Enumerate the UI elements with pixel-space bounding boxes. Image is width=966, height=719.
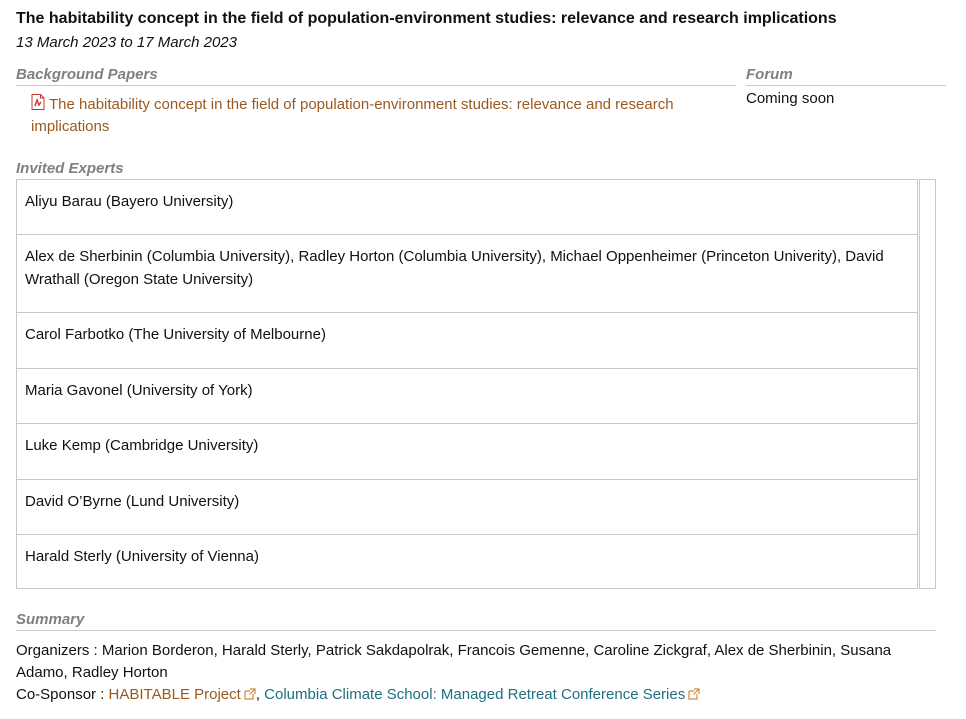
organizers-line: Organizers : Marion Borderon, Harald Ste… [16, 640, 936, 684]
summary-body: Organizers : Marion Borderon, Harald Ste… [16, 640, 936, 706]
expert-row: Aliyu Barau (Bayero University) [17, 180, 918, 235]
background-papers-heading: Background Papers [16, 66, 736, 86]
event-dates: 13 March 2023 to 17 March 2023 [16, 34, 237, 51]
expert-row: Harald Sterly (University of Vienna) [25, 548, 259, 565]
expert-row: Maria Gavonel (University of York) [17, 369, 918, 424]
cosponsor-line: Co-Sponsor : HABITABLE Project, Columbia… [16, 684, 936, 706]
summary-heading: Summary [16, 611, 936, 631]
cosponsor-label: Co-Sponsor : [16, 686, 105, 703]
cosponsor-separator: , [255, 686, 260, 703]
background-paper-item: The habitability concept in the field of… [31, 94, 731, 138]
expert-row: David O’Byrne (Lund University) [17, 480, 918, 535]
organizers-label: Organizers : [16, 642, 98, 659]
expert-row: Luke Kemp (Cambridge University) [17, 424, 918, 480]
external-link-icon [244, 685, 256, 700]
invited-experts-heading: Invited Experts [16, 160, 124, 177]
organizers-list: Marion Borderon, Harald Sterly, Patrick … [16, 642, 892, 681]
forum-status: Coming soon [746, 90, 835, 107]
expert-row: Carol Farbotko (The University of Melbou… [17, 313, 918, 369]
background-paper-link[interactable]: The habitability concept in the field of… [31, 96, 674, 135]
managed-retreat-link[interactable]: Columbia Climate School: Managed Retreat… [264, 686, 685, 703]
habitable-project-link[interactable]: HABITABLE Project [109, 686, 241, 703]
experts-table: Aliyu Barau (Bayero University) Alex de … [16, 179, 936, 589]
event-title: The habitability concept in the field of… [16, 10, 837, 27]
forum-heading: Forum [746, 66, 946, 86]
pdf-icon[interactable] [31, 94, 45, 110]
expert-row: Alex de Sherbinin (Columbia University),… [17, 235, 918, 313]
external-link-icon [688, 685, 700, 700]
